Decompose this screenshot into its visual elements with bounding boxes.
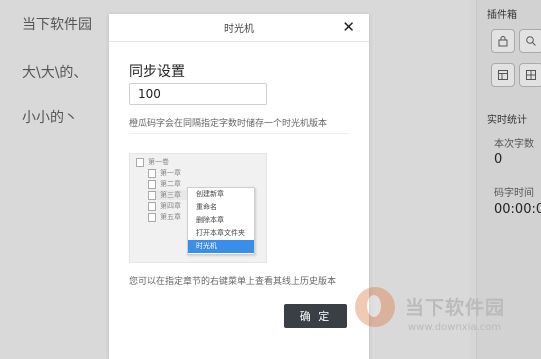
sync-settings-title: 同步设置 (129, 64, 185, 80)
watermark-url: www.downxia.com (408, 322, 502, 333)
watermark-logo (355, 287, 395, 327)
word-count-value: 0 (494, 152, 503, 167)
tree-item: 第二章 (148, 179, 181, 189)
stats-title: 实时统计 (487, 115, 527, 126)
close-icon[interactable]: ✕ (342, 18, 355, 36)
table-icon (498, 70, 508, 80)
search-button[interactable] (519, 29, 541, 53)
dialog-title: 时光机 (224, 24, 254, 35)
writing-time-label: 码字时间 (494, 188, 534, 199)
menu-item: 打开本章文件夹 (196, 229, 245, 237)
context-menu-preview-image: 第一卷 第一章 第二章 第三章 第四章 第五章 创建新章 重命名 删除本章 打开… (129, 153, 267, 263)
tree-item: 第四章 (148, 201, 181, 211)
time-machine-dialog: 时光机 ✕ 同步设置 橙瓜码字会在同隔指定字数时储存一个时光机版本 第一卷 第一… (109, 14, 369, 359)
menu-item: 创建新章 (196, 190, 224, 198)
history-hint: 您可以在指定章节的右键菜单上查看其线上历史版本 (129, 277, 337, 287)
lock-button[interactable] (491, 29, 515, 53)
menu-item: 重命名 (196, 203, 217, 211)
tree-item: 第一卷 (136, 157, 169, 167)
editor-line: 小小的丶 (22, 110, 78, 126)
divider (129, 133, 349, 134)
dialog-header: 时光机 ✕ (109, 14, 369, 42)
table-button[interactable] (491, 63, 515, 87)
editor-line: 大\大\的、 (22, 65, 88, 81)
plugin-box-title: 插件箱 (487, 10, 517, 21)
tree-item: 第三章 (148, 190, 187, 200)
word-interval-input[interactable] (129, 83, 267, 105)
tree-item: 第一章 (148, 168, 181, 178)
watermark-brand: 当下软件园 (405, 297, 506, 319)
search-icon (526, 36, 536, 46)
menu-item-time-machine: 时光机 (188, 240, 254, 253)
tree-item: 第五章 (148, 212, 181, 222)
menu-item: 删除本章 (196, 216, 224, 224)
word-count-label: 本次字数 (494, 139, 534, 150)
lock-icon (498, 36, 508, 47)
grid-button[interactable] (519, 63, 541, 87)
context-menu: 创建新章 重命名 删除本章 打开本章文件夹 时光机 (187, 187, 255, 255)
writing-time-value: 00:00:00 (494, 202, 541, 217)
confirm-button[interactable]: 确 定 (284, 304, 347, 328)
grid-icon (526, 70, 536, 80)
editor-line: 当下软件园 (22, 17, 92, 33)
interval-hint: 橙瓜码字会在同隔指定字数时储存一个时光机版本 (129, 119, 328, 129)
